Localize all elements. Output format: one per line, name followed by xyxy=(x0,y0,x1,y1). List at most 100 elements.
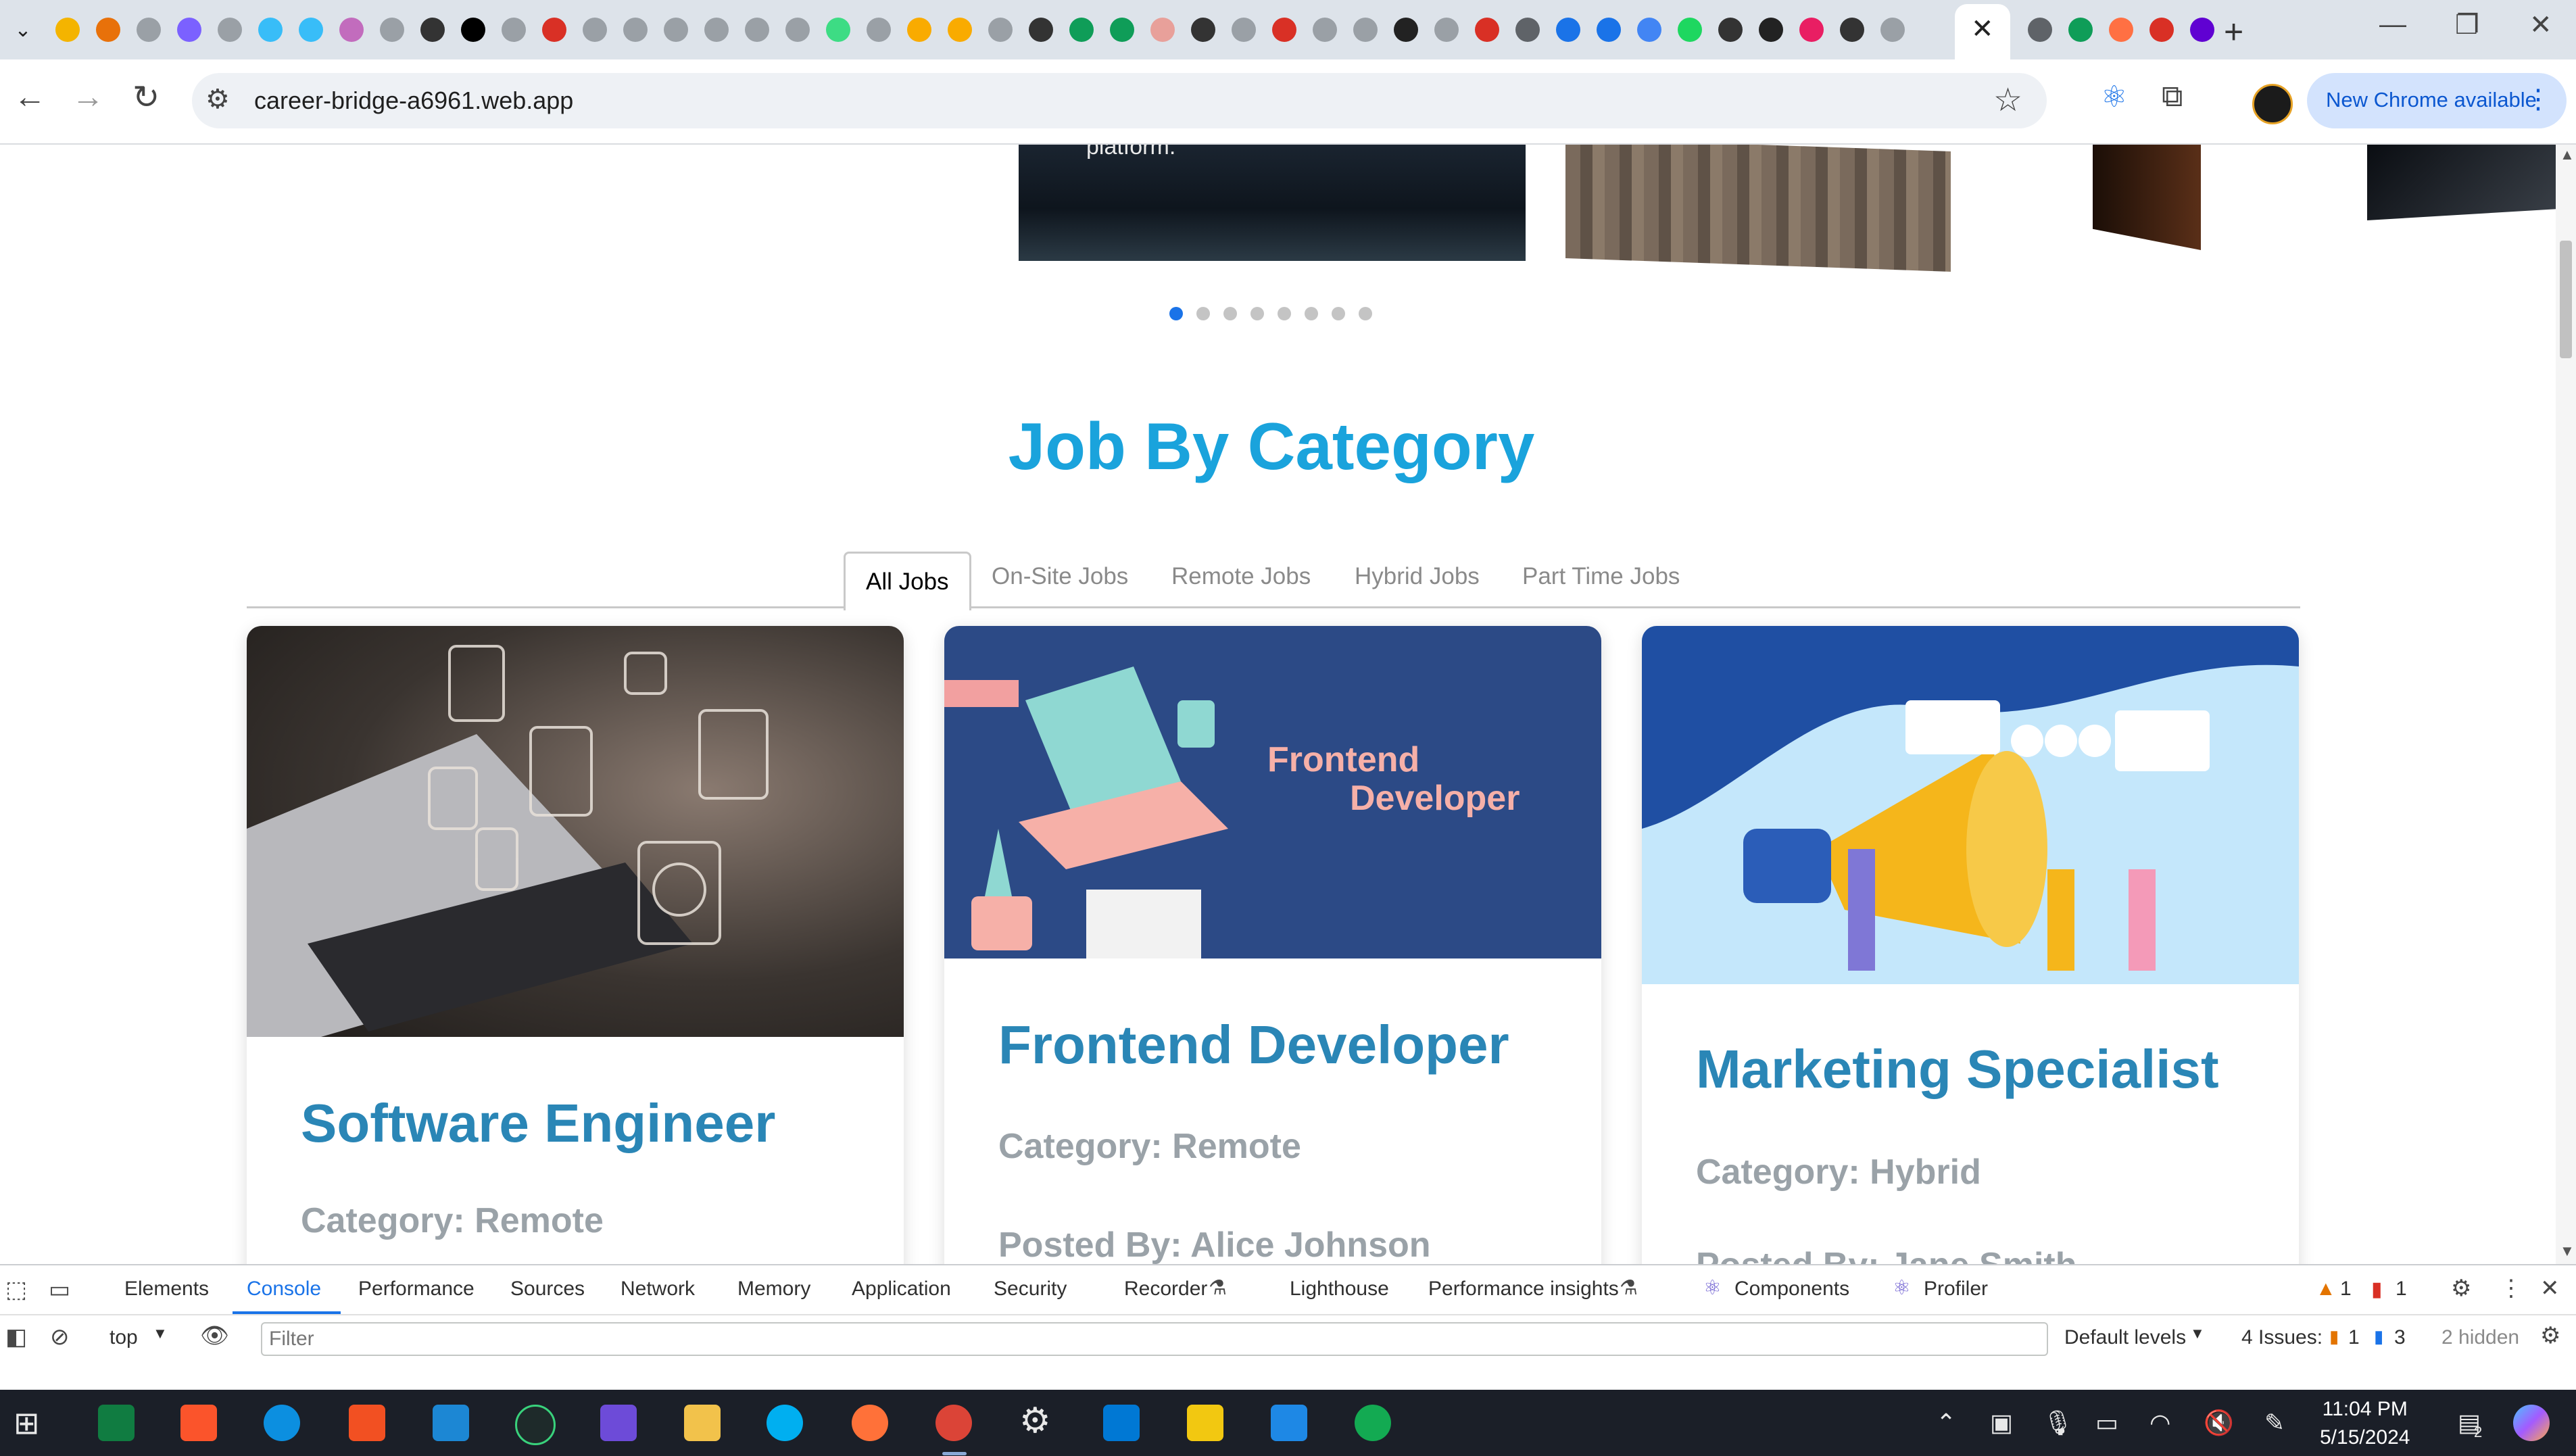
tab-favicon-icon[interactable] xyxy=(1475,18,1499,42)
tab-favicon-icon[interactable] xyxy=(785,18,810,42)
tab-favicon-icon[interactable] xyxy=(1678,18,1702,42)
tab-favicon-icon[interactable] xyxy=(826,18,850,42)
filter-input[interactable] xyxy=(262,1324,2047,1355)
tab-favicon-icon[interactable] xyxy=(420,18,445,42)
tab-favicon-icon[interactable] xyxy=(1394,18,1418,42)
upwork-icon[interactable] xyxy=(515,1405,556,1445)
tab-favicon-icon[interactable] xyxy=(1718,18,1743,42)
tab-favicon-icon[interactable] xyxy=(299,18,323,42)
power-bi-icon[interactable] xyxy=(1187,1405,1223,1441)
devtools-tab-elements[interactable]: Elements xyxy=(124,1278,209,1301)
tab-favicon-icon[interactable] xyxy=(2068,18,2093,42)
new-tab-icon[interactable]: + xyxy=(2224,12,2243,51)
tab-favicon-icon[interactable] xyxy=(1880,18,1905,42)
site-info-icon[interactable]: ⚙ xyxy=(205,84,230,115)
restore-icon[interactable]: ❐ xyxy=(2455,9,2479,41)
settings-icon[interactable]: ⚙ xyxy=(1019,1401,1051,1441)
devtools-tab-security[interactable]: Security xyxy=(994,1278,1067,1301)
tab-favicon-icon[interactable] xyxy=(461,18,485,42)
settings-gear-icon[interactable]: ⚙ xyxy=(2451,1275,2471,1302)
tab-favicon-icon[interactable] xyxy=(1191,18,1215,42)
excel-icon[interactable] xyxy=(98,1405,135,1441)
meet-now-icon[interactable]: ▣ xyxy=(1990,1409,2013,1437)
slider-dot[interactable] xyxy=(1169,307,1183,320)
tab-favicon-icon[interactable] xyxy=(948,18,972,42)
tab-part-time-jobs[interactable]: Part Time Jobs xyxy=(1522,548,1680,606)
mail-icon[interactable] xyxy=(433,1405,469,1441)
tab-favicon-icon[interactable] xyxy=(1232,18,1256,42)
tab-favicon-icon[interactable] xyxy=(745,18,769,42)
forward-arrow-icon[interactable]: → xyxy=(72,78,104,116)
tab-favicon-icon[interactable] xyxy=(1434,18,1459,42)
ms-store-icon[interactable] xyxy=(349,1405,385,1441)
slider-dot[interactable] xyxy=(1332,307,1345,320)
slider-dot[interactable] xyxy=(1223,307,1237,320)
microphone-icon[interactable]: 🎙 xyxy=(2043,1409,2074,1437)
close-tab-icon[interactable]: ✕ xyxy=(1971,14,1994,45)
slider-dot[interactable] xyxy=(1278,307,1291,320)
tab-favicon-icon[interactable] xyxy=(1029,18,1053,42)
inspect-element-icon[interactable]: ⬚ xyxy=(5,1276,27,1303)
tab-favicon-icon[interactable] xyxy=(2109,18,2133,42)
scroll-up-icon[interactable]: ▲ xyxy=(2560,146,2575,164)
eye-icon[interactable]: 👁 xyxy=(200,1322,229,1349)
profile-avatar[interactable] xyxy=(2252,84,2293,124)
clock[interactable]: 11:04 PM 5/15/2024 xyxy=(2320,1395,2410,1452)
tab-search-chevron-icon[interactable]: ⌄ xyxy=(7,14,39,46)
tab-favicon-icon[interactable] xyxy=(1313,18,1337,42)
tab-favicon-icon[interactable] xyxy=(137,18,161,42)
tab-favicon-icon[interactable] xyxy=(502,18,526,42)
devtools-tab-performance[interactable]: Performance xyxy=(358,1278,475,1301)
devtools-tab-recorder[interactable]: Recorder xyxy=(1124,1278,1207,1301)
copilot-icon[interactable] xyxy=(2513,1405,2550,1441)
file-explorer-icon[interactable] xyxy=(684,1405,721,1441)
tab-favicon-icon[interactable] xyxy=(380,18,404,42)
console-settings-icon[interactable]: ⚙ xyxy=(2540,1322,2560,1349)
slider-dot[interactable] xyxy=(1196,307,1210,320)
tab-favicon-icon[interactable] xyxy=(258,18,283,42)
device-toolbar-icon[interactable]: ▭ xyxy=(49,1276,70,1303)
error-flag-icon[interactable]: ▮ xyxy=(2371,1278,2383,1301)
tab-favicon-icon[interactable] xyxy=(542,18,566,42)
slider-dot[interactable] xyxy=(1359,307,1372,320)
scroll-down-icon[interactable]: ▼ xyxy=(2560,1242,2575,1260)
tab-favicon-icon[interactable] xyxy=(55,18,80,42)
devtools-tab-application[interactable]: Application xyxy=(852,1278,951,1301)
slider-dot[interactable] xyxy=(1305,307,1318,320)
console-filter-field[interactable] xyxy=(261,1322,2048,1356)
extensions-puzzle-icon[interactable]: ⧉ xyxy=(2162,80,2183,114)
chevron-down-icon[interactable]: ▼ xyxy=(2190,1325,2205,1342)
devtools-tab-sources[interactable]: Sources xyxy=(510,1278,585,1301)
mongodb-compass-icon[interactable] xyxy=(1355,1405,1391,1441)
tab-on-site-jobs[interactable]: On-Site Jobs xyxy=(992,548,1128,606)
clipchamp-icon[interactable] xyxy=(600,1405,637,1441)
address-bar[interactable]: ⚙ career-bridge-a6961.web.app ☆ xyxy=(192,73,2047,128)
devtools-tab-profiler[interactable]: Profiler xyxy=(1924,1278,1988,1301)
active-tab[interactable]: ✕ xyxy=(1955,4,2010,59)
tab-favicon-icon[interactable] xyxy=(218,18,242,42)
tab-favicon-icon[interactable] xyxy=(1637,18,1661,42)
windows-start-icon[interactable]: ⊞ xyxy=(14,1405,40,1441)
page-scrollbar[interactable]: ▲ ▼ xyxy=(2556,145,2576,1264)
skype-icon[interactable] xyxy=(767,1405,803,1441)
chevron-down-icon[interactable]: ▼ xyxy=(153,1325,168,1342)
devtools-tab-console[interactable]: Console xyxy=(247,1278,321,1301)
tab-remote-jobs[interactable]: Remote Jobs xyxy=(1171,548,1311,606)
window-close-icon[interactable]: ✕ xyxy=(2529,9,2552,41)
photos-icon[interactable] xyxy=(1271,1405,1307,1441)
tab-favicon-icon[interactable] xyxy=(907,18,931,42)
tab-favicon-icon[interactable] xyxy=(623,18,648,42)
job-card[interactable]: Frontend Developer Frontend Developer Ca… xyxy=(944,626,1601,1264)
tab-favicon-icon[interactable] xyxy=(1556,18,1580,42)
devtools-tab-memory[interactable]: Memory xyxy=(737,1278,810,1301)
warning-icon[interactable]: ▲ xyxy=(2316,1278,2336,1301)
show-hidden-icons-icon[interactable]: ⌃ xyxy=(1936,1409,1956,1437)
tab-favicon-icon[interactable] xyxy=(1597,18,1621,42)
issues-label[interactable]: 4 Issues: xyxy=(2241,1326,2323,1349)
tab-all-jobs[interactable]: All Jobs xyxy=(844,552,971,610)
tab-favicon-icon[interactable] xyxy=(1069,18,1094,42)
devtools-tab-lighthouse[interactable]: Lighthouse xyxy=(1290,1278,1389,1301)
more-menu-icon[interactable]: ⋮ xyxy=(2525,84,2552,115)
volume-muted-icon[interactable]: 🔇 xyxy=(2204,1409,2234,1437)
tab-favicon-icon[interactable] xyxy=(1840,18,1864,42)
